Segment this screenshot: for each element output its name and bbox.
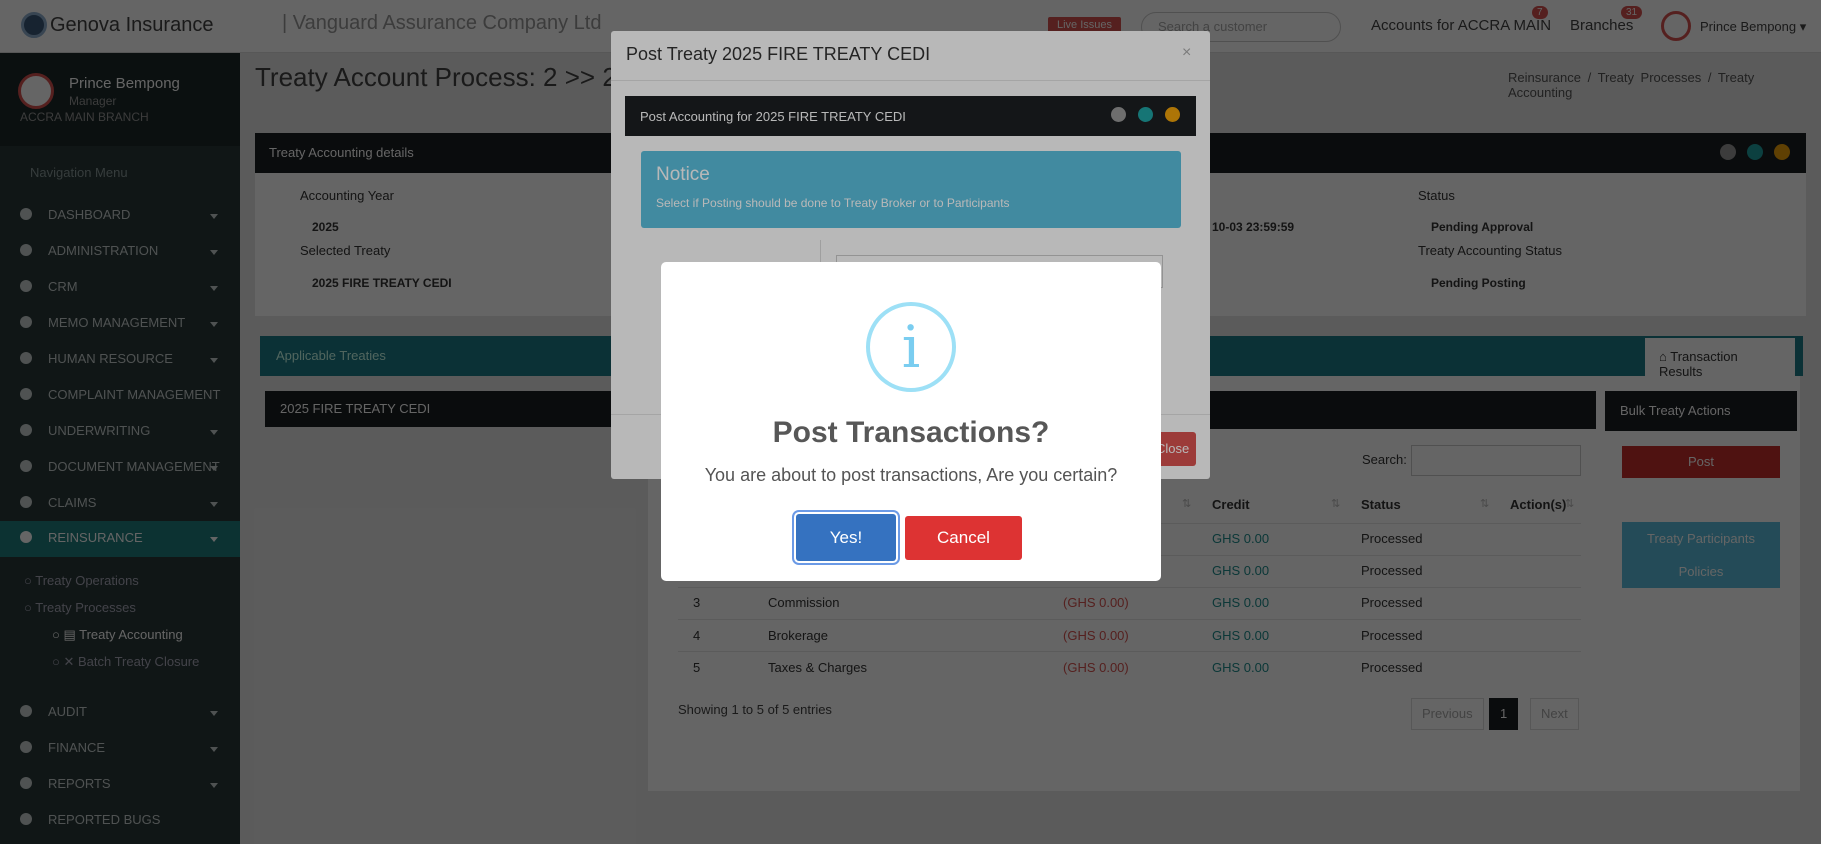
confirm-title: Post Transactions? <box>772 416 1050 449</box>
confirm-yes-button[interactable]: Yes! <box>796 514 896 561</box>
confirm-cancel-button[interactable]: Cancel <box>905 516 1022 560</box>
confirm-message: You are about to post transactions, Are … <box>704 465 1118 485</box>
info-icon: i <box>866 302 956 392</box>
